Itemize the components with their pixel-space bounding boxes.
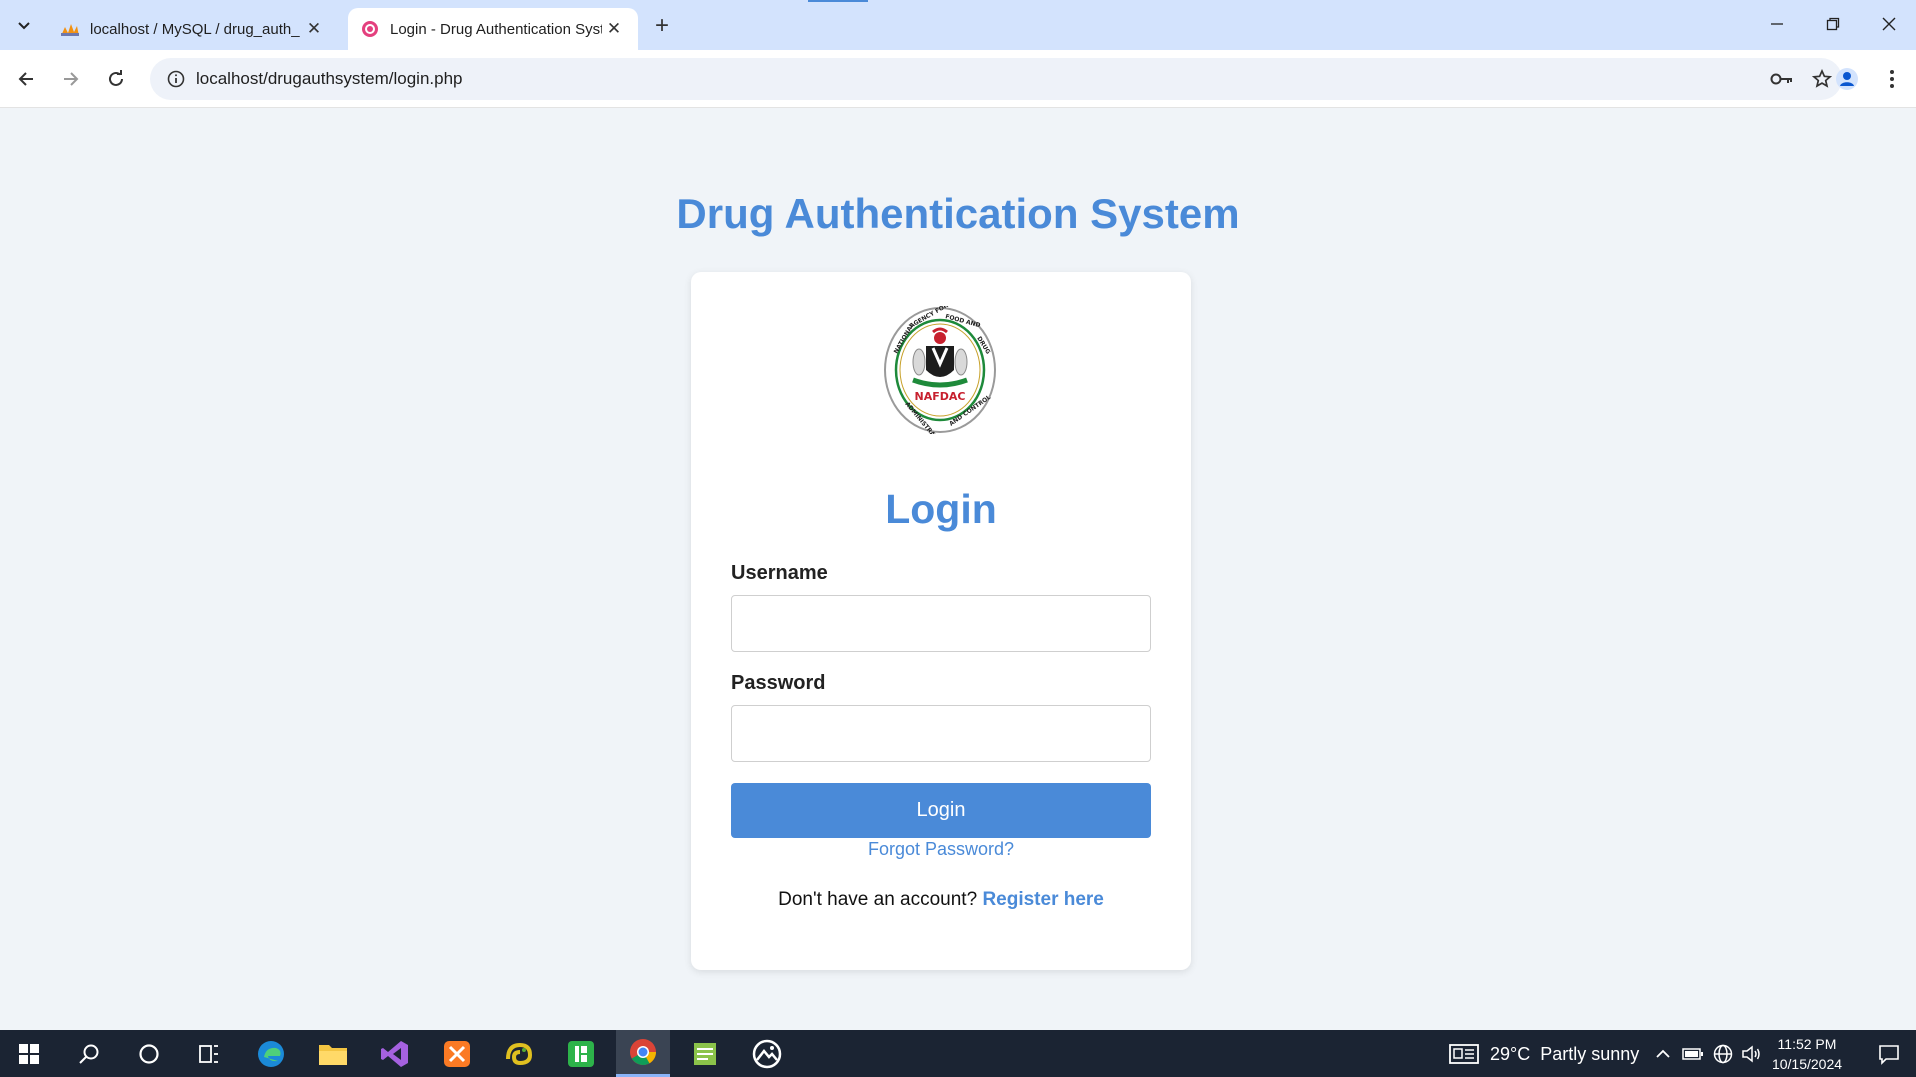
taskbar-app-notepad[interactable] (678, 1030, 732, 1077)
taskbar-xampp[interactable] (430, 1030, 484, 1077)
profile-button[interactable] (1831, 63, 1863, 95)
edge-icon (258, 1040, 284, 1067)
tab-phpmyadmin[interactable]: localhost / MySQL / drug_auth_ ✕ (48, 8, 338, 50)
username-label: Username (731, 562, 828, 584)
site-info-icon[interactable] (156, 70, 196, 88)
task-view-button[interactable] (182, 1030, 236, 1077)
forgot-password-link[interactable]: Forgot Password? (691, 839, 1191, 860)
speaker-icon (1742, 1044, 1760, 1063)
username-input[interactable] (731, 595, 1151, 652)
register-link[interactable]: Register here (982, 889, 1103, 910)
app-icon (568, 1040, 594, 1067)
network-status[interactable] (1710, 1030, 1736, 1077)
more-vertical-icon (1890, 70, 1894, 88)
reload-icon (109, 70, 123, 86)
chevron-down-icon (18, 22, 30, 30)
notification-icon (1879, 1044, 1899, 1065)
chevron-up-icon (1656, 1049, 1670, 1058)
task-view-icon (199, 1044, 218, 1063)
phpmyadmin-icon (60, 19, 80, 39)
globe-icon (1713, 1044, 1733, 1063)
password-input[interactable] (731, 705, 1151, 762)
register-prompt-text: Don't have an account? (778, 889, 978, 910)
restore-icon (1826, 17, 1840, 31)
notification-center-button[interactable] (1862, 1030, 1916, 1077)
start-button[interactable] (2, 1030, 56, 1077)
battery-status[interactable] (1680, 1030, 1706, 1077)
browser-menu-button[interactable] (1876, 63, 1908, 95)
reload-button[interactable] (100, 63, 132, 95)
xampp-icon (444, 1040, 470, 1067)
weather-text[interactable]: 29°C Partly sunny (1490, 1044, 1639, 1065)
page-title: Drug Authentication System (676, 190, 1240, 237)
nafdac-logo: NATIONAL AGENCY FOR FOOD AND DRUG ADMINI… (883, 302, 997, 450)
chrome-icon (630, 1039, 657, 1066)
taskbar-app-green[interactable] (554, 1030, 608, 1077)
chameleon-icon (506, 1042, 533, 1065)
folder-icon (319, 1044, 347, 1065)
taskbar-edge[interactable] (244, 1030, 298, 1077)
register-prompt-row: Don't have an account? Register here (691, 889, 1191, 911)
minimize-icon (1771, 23, 1783, 25)
search-icon (79, 1044, 99, 1064)
minimize-button[interactable] (1754, 6, 1800, 42)
taskbar-visual-studio[interactable] (368, 1030, 422, 1077)
news-weather-icon (1449, 1043, 1479, 1064)
webpage-icon (360, 19, 380, 39)
system-clock[interactable]: 11:52 PM 10/15/2024 (1768, 1034, 1846, 1074)
close-tab-icon[interactable]: ✕ (602, 17, 626, 41)
browser-tab-strip: localhost / MySQL / drug_auth_ ✕ Login -… (0, 0, 1916, 50)
taskbar: 29°C Partly sunny 11:52 PM 10/15/2024 (0, 1030, 1916, 1077)
address-bar[interactable]: localhost/drugauthsystem/login.php (150, 58, 1842, 100)
plus-icon: + (654, 12, 669, 39)
password-label: Password (731, 672, 826, 694)
arrow-left-icon (18, 72, 33, 86)
weather-widget[interactable] (1440, 1030, 1488, 1077)
battery-icon (1682, 1047, 1703, 1060)
tray-overflow-button[interactable] (1650, 1030, 1676, 1077)
clock-date: 10/15/2024 (1771, 1056, 1843, 1072)
taskbar-app-photos[interactable] (740, 1030, 794, 1077)
restore-button[interactable] (1810, 6, 1856, 42)
taskbar-app-chameleon[interactable] (492, 1030, 546, 1077)
back-button[interactable] (10, 63, 42, 95)
cortana-button[interactable] (122, 1030, 176, 1077)
loading-indicator (808, 0, 868, 2)
clock-time: 11:52 PM (1777, 1036, 1837, 1052)
taskbar-file-explorer[interactable] (306, 1030, 360, 1077)
tab-title: Login - Drug Authentication System (390, 20, 602, 38)
svg-text:NAFDAC: NAFDAC (915, 390, 966, 403)
arrow-right-icon (64, 72, 79, 86)
browser-toolbar: localhost/drugauthsystem/login.php (0, 50, 1916, 108)
profile-icon (1836, 68, 1858, 90)
close-window-button[interactable] (1866, 6, 1912, 42)
visual-studio-icon (381, 1040, 408, 1067)
address-url: localhost/drugauthsystem/login.php (196, 69, 463, 88)
tab-login[interactable]: Login - Drug Authentication System ✕ (348, 8, 638, 50)
tab-search-button[interactable] (8, 10, 40, 42)
close-tab-icon[interactable]: ✕ (302, 17, 326, 41)
close-icon (1882, 17, 1896, 31)
login-heading: Login (885, 486, 997, 532)
cortana-icon (139, 1043, 159, 1064)
notepad-icon (694, 1042, 716, 1065)
forward-button[interactable] (55, 63, 87, 95)
taskbar-search-button[interactable] (62, 1030, 116, 1077)
tab-title: localhost / MySQL / drug_auth_ (90, 20, 300, 38)
new-tab-button[interactable]: + (648, 12, 676, 40)
taskbar-chrome[interactable] (616, 1030, 670, 1077)
windows-logo-icon (19, 1043, 39, 1064)
photos-icon (752, 1039, 782, 1068)
volume-control[interactable] (1738, 1030, 1764, 1077)
password-key-icon[interactable] (1762, 63, 1802, 95)
login-card: NATIONAL AGENCY FOR FOOD AND DRUG ADMINI… (691, 272, 1191, 970)
login-button[interactable]: Login (731, 783, 1151, 838)
